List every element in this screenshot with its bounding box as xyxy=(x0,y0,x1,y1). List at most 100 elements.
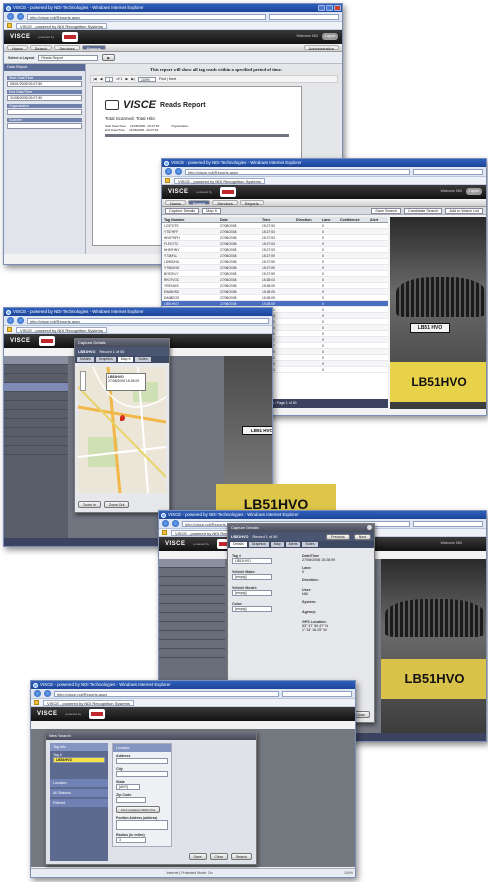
url-field[interactable]: http://visce.ndi/Reports.aspx xyxy=(54,690,279,697)
search-field[interactable] xyxy=(413,168,483,175)
col-alert[interactable]: Alert xyxy=(368,217,388,222)
back-icon[interactable] xyxy=(34,690,41,697)
list-item[interactable] xyxy=(4,401,68,410)
page-number-field[interactable]: 1 xyxy=(105,76,114,82)
tab-graphics[interactable]: Graphics xyxy=(95,357,116,362)
logout-button[interactable]: Logout xyxy=(322,33,338,40)
favorites-icon[interactable] xyxy=(165,178,170,183)
prev-page-icon[interactable]: ◀ xyxy=(100,77,103,81)
zip-field[interactable] xyxy=(116,797,146,803)
menu-reports[interactable]: Reports xyxy=(239,200,264,206)
menu-reports[interactable]: Reports xyxy=(81,45,106,51)
layout-go-button[interactable]: ▶ xyxy=(102,54,116,61)
list-item[interactable] xyxy=(159,595,225,604)
tag-field[interactable]: LB51HVO xyxy=(232,558,272,564)
list-item[interactable] xyxy=(4,428,68,437)
back-icon[interactable] xyxy=(165,168,172,175)
capture-details-button[interactable]: Capture Details xyxy=(165,207,200,214)
list-item[interactable] xyxy=(4,383,68,392)
section-tag-info[interactable]: Tag Info xyxy=(50,743,108,751)
list-item[interactable] xyxy=(4,419,68,428)
radius-select[interactable]: 3 xyxy=(116,837,146,843)
col-time[interactable]: Time xyxy=(260,217,294,222)
add-watch-list-button[interactable]: Add to Watch List xyxy=(445,207,483,214)
list-item[interactable] xyxy=(159,568,225,577)
favorites-icon[interactable] xyxy=(7,327,12,332)
tab-notes[interactable]: Notes xyxy=(135,357,151,362)
menu-search[interactable]: Search xyxy=(29,45,53,51)
browser-tab[interactable]: VISCE - powered by NDI Recognition Syste… xyxy=(16,326,107,333)
col-lane[interactable]: Lane xyxy=(320,217,338,222)
list-item[interactable] xyxy=(4,374,68,383)
zoom-out-button[interactable]: Zoom Out xyxy=(103,501,130,508)
zoom-level[interactable]: 100% xyxy=(344,871,353,875)
forward-icon[interactable] xyxy=(17,13,24,20)
state-select[interactable]: [ANY] xyxy=(116,784,140,790)
section-filtered[interactable]: Filtered xyxy=(50,799,108,807)
position-field[interactable] xyxy=(116,820,168,830)
list-item[interactable] xyxy=(159,631,225,640)
search-button[interactable]: Search xyxy=(230,853,252,860)
list-item[interactable] xyxy=(159,613,225,622)
candidate-search-button[interactable]: Candidate Search xyxy=(403,207,443,214)
forward-icon[interactable] xyxy=(175,168,182,175)
menu-services[interactable]: Services xyxy=(54,45,80,51)
back-icon[interactable] xyxy=(7,13,14,20)
list-item[interactable] xyxy=(159,622,225,631)
tab-alerts[interactable]: Alerts xyxy=(285,542,301,547)
close-icon[interactable] xyxy=(367,525,372,530)
map-zoom-slider[interactable] xyxy=(80,371,86,391)
tab-map-it[interactable]: Map It xyxy=(117,357,134,362)
search-field[interactable] xyxy=(269,13,339,20)
map-it-button[interactable]: Map It xyxy=(202,207,221,214)
maximize-button[interactable] xyxy=(326,5,333,11)
find-locations-button[interactable]: Find Locations Within this xyxy=(116,806,161,813)
map-pin-icon[interactable] xyxy=(120,415,125,421)
layout-select[interactable]: Reads Report xyxy=(38,54,99,61)
browser-tab[interactable]: VISCE - powered by NDI Recognition Syste… xyxy=(174,177,265,184)
menu-search[interactable]: Search xyxy=(187,200,211,206)
menu-home[interactable]: Home xyxy=(165,200,186,206)
browser-tab[interactable]: VISCE - powered by NDI Recognition Syste… xyxy=(43,699,134,706)
scanner-field[interactable] xyxy=(7,123,82,129)
col-confidence[interactable]: Confidence xyxy=(338,217,368,222)
section-all-stations[interactable]: All Stations xyxy=(50,789,108,797)
list-item[interactable] xyxy=(159,604,225,613)
tab-map[interactable]: Map xyxy=(270,542,284,547)
col-tag[interactable]: Tag Number xyxy=(162,217,218,222)
zoom-select[interactable]: 100% xyxy=(137,76,156,82)
list-item[interactable] xyxy=(4,392,68,401)
menu-administration[interactable]: Administration xyxy=(303,45,339,51)
map-view[interactable]: LB51HVO 27/08/2008 15:28:09 xyxy=(78,367,166,493)
last-page-icon[interactable]: ▶| xyxy=(131,77,135,81)
logout-button[interactable]: Logout xyxy=(466,188,482,195)
favorites-icon[interactable] xyxy=(34,700,39,705)
next-button[interactable]: Next xyxy=(353,533,371,540)
first-page-icon[interactable]: |◀ xyxy=(93,77,97,81)
favorites-icon[interactable] xyxy=(162,530,167,535)
color-select[interactable]: [empty] xyxy=(232,606,272,612)
forward-icon[interactable] xyxy=(44,690,51,697)
zoom-in-button[interactable]: Zoom In xyxy=(78,501,101,508)
forward-icon[interactable] xyxy=(17,317,24,324)
col-date[interactable]: Date xyxy=(218,217,260,222)
city-field[interactable] xyxy=(116,771,168,777)
list-item[interactable] xyxy=(159,586,225,595)
next-page-icon[interactable]: ▶ xyxy=(125,77,128,81)
minimize-button[interactable] xyxy=(318,5,325,11)
col-direction[interactable]: Direction xyxy=(294,217,320,222)
previous-button[interactable]: Previous xyxy=(326,533,350,540)
url-field[interactable]: http://visce.ndi/Reports.aspx xyxy=(27,13,266,20)
tab-graphics[interactable]: Graphics xyxy=(248,542,269,547)
list-item[interactable] xyxy=(4,446,68,455)
clear-button[interactable]: Clear xyxy=(209,853,228,860)
url-field[interactable]: http://visce.ndi/Reports.aspx xyxy=(27,317,269,324)
list-item[interactable] xyxy=(4,410,68,419)
list-item[interactable] xyxy=(159,640,225,649)
list-item[interactable] xyxy=(4,437,68,446)
close-button[interactable] xyxy=(334,5,341,11)
organization-field[interactable] xyxy=(7,109,82,115)
section-location[interactable]: Location xyxy=(50,779,108,787)
model-select[interactable]: [empty] xyxy=(232,590,272,596)
save-search-button[interactable]: Save Search xyxy=(371,207,401,214)
